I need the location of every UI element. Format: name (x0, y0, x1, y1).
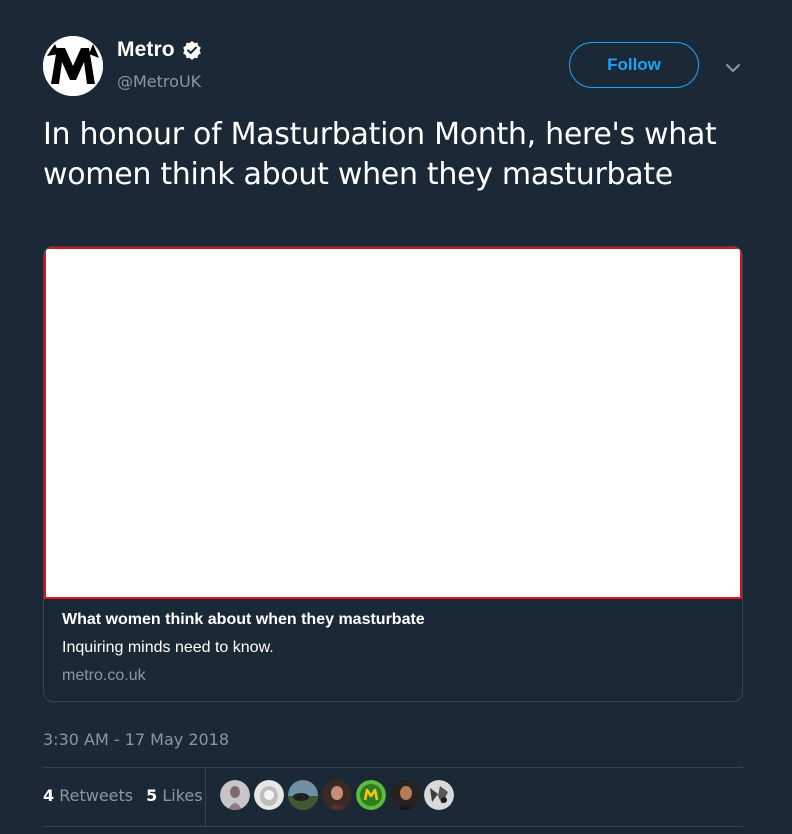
chevron-down-icon[interactable] (724, 60, 742, 74)
tweet-stats: 4 Retweets 5 Likes (43, 786, 203, 805)
verified-badge-icon (182, 40, 202, 60)
liker-avatar[interactable] (220, 780, 250, 810)
likes-stat[interactable]: 5 Likes (146, 786, 202, 805)
likes-count: 5 (146, 786, 158, 805)
stats-vertical-divider (205, 767, 206, 826)
card-domain: metro.co.uk (62, 667, 146, 684)
liker-avatar[interactable] (390, 780, 420, 810)
retweets-count: 4 (43, 786, 55, 805)
liker-avatars (220, 780, 454, 810)
liker-avatar[interactable] (356, 780, 386, 810)
liker-avatar[interactable] (424, 780, 454, 810)
liker-avatar[interactable] (254, 780, 284, 810)
metro-logo-icon (43, 36, 103, 96)
card-title[interactable]: What women think about when they masturb… (62, 611, 425, 629)
author-name-row: Metro (117, 38, 202, 62)
card-image[interactable] (44, 247, 742, 599)
liker-avatar[interactable] (288, 780, 318, 810)
stats-divider-top (43, 767, 743, 768)
author-avatar[interactable] (43, 36, 103, 96)
likes-label: Likes (162, 786, 203, 805)
author-display-name[interactable]: Metro (117, 38, 175, 62)
stats-divider-bottom (43, 826, 743, 827)
tweet-text: In honour of Masturbation Month, here's … (43, 117, 717, 192)
liker-avatar[interactable] (322, 780, 352, 810)
follow-button[interactable]: Follow (569, 42, 699, 88)
author-handle[interactable]: @MetroUK (117, 72, 201, 91)
link-card[interactable]: What women think about when they masturb… (43, 246, 743, 702)
card-description: Inquiring minds need to know. (62, 639, 274, 656)
retweets-stat[interactable]: 4 Retweets (43, 786, 133, 805)
retweets-label: Retweets (59, 786, 134, 805)
tweet-timestamp[interactable]: 3:30 AM - 17 May 2018 (43, 730, 229, 749)
